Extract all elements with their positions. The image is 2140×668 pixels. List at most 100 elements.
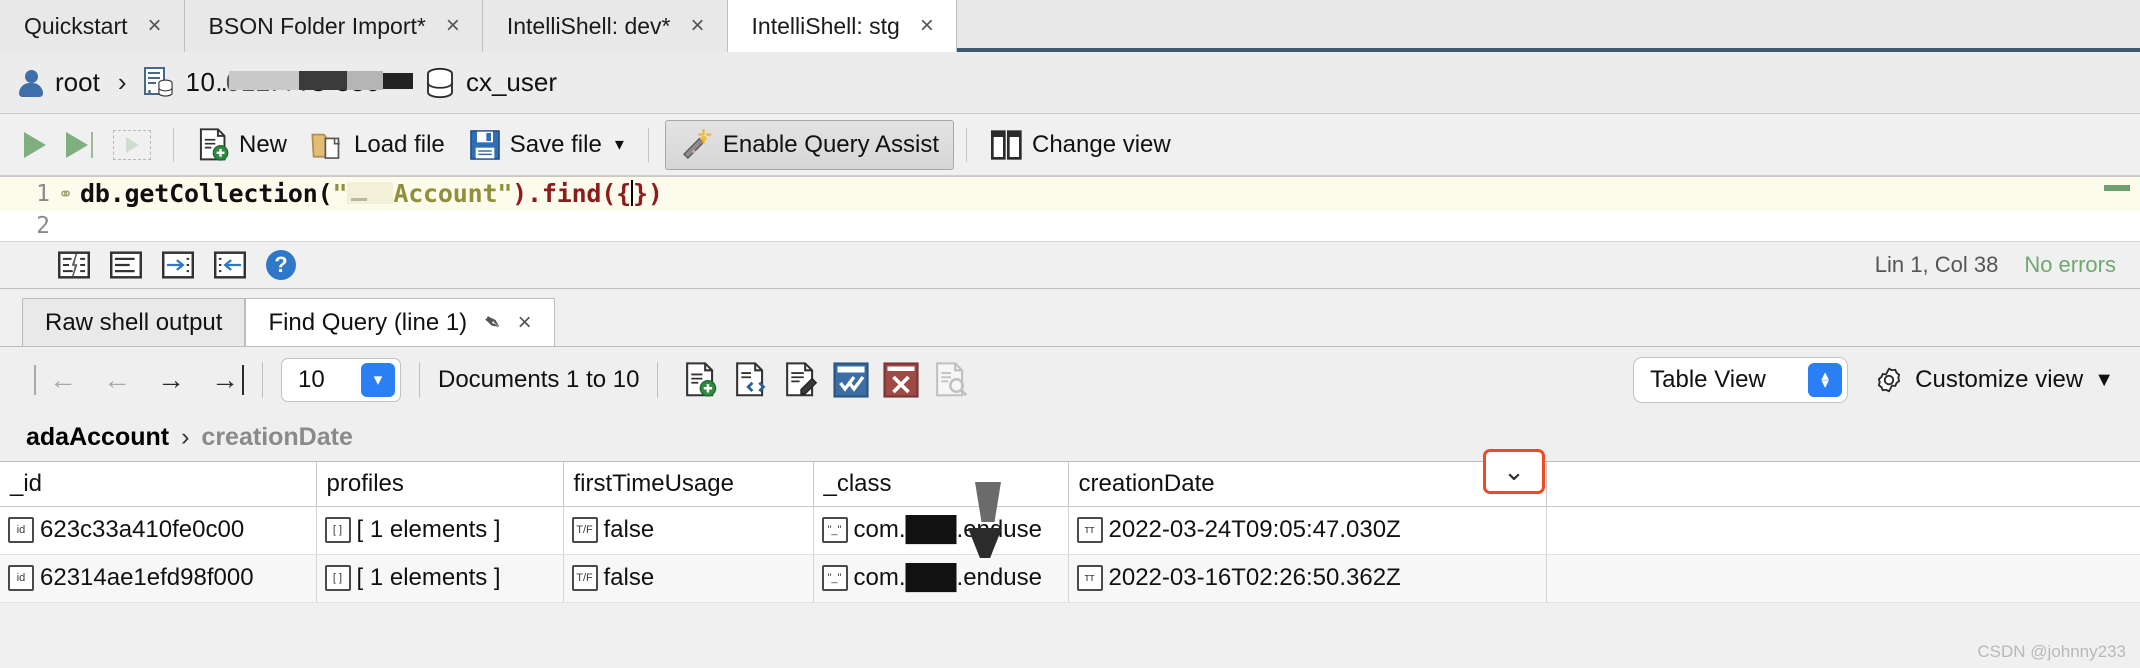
first-page-icon[interactable]: ← xyxy=(36,366,90,394)
cell-creationdate[interactable]: ᴛᴛ 2022-03-16T02:26:50.362Z xyxy=(1068,554,1547,603)
align-left-icon[interactable] xyxy=(110,251,142,279)
edit-document-icon[interactable] xyxy=(783,362,819,398)
array-type-icon: [ ] xyxy=(324,517,351,543)
cell-empty xyxy=(1546,554,2140,603)
close-icon[interactable]: × xyxy=(446,14,460,38)
customize-view-button[interactable]: Customize view ▼ xyxy=(1874,365,2114,395)
code-line-1[interactable]: 1 ⚭ db.getCollection(" Account").find({}) xyxy=(0,177,2140,211)
column-header-class[interactable]: _class xyxy=(813,462,1069,507)
page-size-select[interactable]: 10 ▾ xyxy=(281,358,401,402)
cell-class[interactable]: "_" com.███.enduse xyxy=(813,506,1069,555)
last-page-icon[interactable]: → xyxy=(198,366,242,394)
breadcrumb-user[interactable]: root xyxy=(18,67,100,98)
datetime-type-icon: ᴛᴛ xyxy=(1076,517,1103,543)
tab-bson-folder-import[interactable]: BSON Folder Import* × xyxy=(184,0,483,52)
play-icon xyxy=(24,131,46,158)
table-row[interactable]: id 62314ae1efd98f000 [ ][ 1 elements ] T/… xyxy=(0,554,2140,603)
chevron-down-icon[interactable]: ▾ xyxy=(615,134,624,155)
code-prefix: db.getCollection( xyxy=(80,179,333,208)
watermark: CSDN @johnny233 xyxy=(1977,642,2126,661)
code-line-2[interactable]: 2 xyxy=(0,211,2140,241)
cell-firsttimeusage[interactable]: T/F false xyxy=(563,506,814,555)
cell-value: 623c33a410fe0c00 xyxy=(40,516,245,543)
column-header-creationdate[interactable]: creationDate xyxy=(1068,462,1547,507)
chevron-down-icon[interactable]: ⌄ xyxy=(1503,458,1525,483)
breadcrumb-host[interactable]: 10..012.44C 386 xyxy=(144,66,414,99)
cell-firsttimeusage[interactable]: T/F false xyxy=(563,554,814,603)
close-icon[interactable]: × xyxy=(518,309,532,337)
format-code-icon[interactable] xyxy=(58,251,90,279)
add-document-icon[interactable] xyxy=(683,362,719,398)
cancel-changes-icon[interactable] xyxy=(883,362,920,398)
save-file-button[interactable]: Save file ▾ xyxy=(457,125,636,165)
column-header-id[interactable]: _id xyxy=(0,462,317,507)
new-button[interactable]: New xyxy=(186,124,299,166)
database-icon xyxy=(427,67,453,98)
close-icon[interactable]: × xyxy=(691,14,705,38)
column-header-expand[interactable] xyxy=(1546,462,2140,507)
code-editor[interactable]: 1 ⚭ db.getCollection(" Account").find({})… xyxy=(0,176,2140,241)
run-query-button[interactable] xyxy=(14,130,56,160)
apply-changes-icon[interactable] xyxy=(833,362,870,398)
cell-value: [ 1 elements ] xyxy=(356,564,501,591)
run-line-icon[interactable]: ⚭ xyxy=(58,177,80,211)
indent-left-icon[interactable] xyxy=(214,251,246,279)
toolbar-divider-3 xyxy=(965,127,967,162)
tab-intellishell-dev[interactable]: IntelliShell: dev* × xyxy=(482,0,728,52)
result-breadcrumb-collection[interactable]: adaAccount xyxy=(26,423,169,452)
help-icon[interactable]: ? xyxy=(266,250,296,280)
cell-profiles[interactable]: [ ][ 1 elements ] xyxy=(316,554,564,603)
cell-value: 62314ae1efd98f000 xyxy=(40,564,254,591)
open-folder-icon xyxy=(311,133,340,159)
prev-page-icon[interactable]: ← xyxy=(90,366,144,394)
tab-quickstart[interactable]: Quickstart × xyxy=(0,0,185,52)
column-header-firsttimeusage[interactable]: firstTimeUsage xyxy=(563,462,814,507)
expand-column-highlight[interactable]: ⌄ xyxy=(1483,449,1545,494)
breadcrumb-user-label: root xyxy=(55,67,100,97)
code-brace-open: { xyxy=(616,179,631,208)
last-page-bar xyxy=(242,365,244,395)
enable-query-assist-button[interactable]: Enable Query Assist xyxy=(664,119,954,170)
cell-value: false xyxy=(603,564,655,591)
run-selection-button[interactable] xyxy=(56,130,103,160)
change-view-button[interactable]: Change view xyxy=(979,125,1183,165)
column-header-profiles[interactable]: profiles xyxy=(316,462,564,507)
breadcrumb-database[interactable]: cx_user xyxy=(425,67,557,99)
result-tab-raw-shell-output[interactable]: Raw shell output xyxy=(22,298,246,346)
chevron-updown-icon[interactable]: ▴ ▾ xyxy=(1808,363,1843,397)
cell-value: 2022-03-16T02:26:50.362Z xyxy=(1108,564,1401,591)
pager-divider-1 xyxy=(262,362,263,398)
result-breadcrumb-separator: › xyxy=(181,422,190,451)
code-quote-close: " xyxy=(497,179,513,208)
editor-status-bar: ? Lin 1, Col 38 No errors xyxy=(0,241,2140,289)
table-row[interactable]: id 623c33a410fe0c00 [ ][ 1 elements ] T/F… xyxy=(0,506,2140,555)
tab-intellishell-stg[interactable]: IntelliShell: stg × xyxy=(727,0,957,52)
chevron-down-icon[interactable]: ▼ xyxy=(2094,369,2114,392)
result-tab-label: Raw shell output xyxy=(45,308,223,336)
result-breadcrumb-field[interactable]: creationDate xyxy=(201,423,352,452)
result-tab-find-query[interactable]: Find Query (line 1) ✒ × xyxy=(245,298,555,346)
editor-tab-bar: Quickstart × BSON Folder Import* × Intel… xyxy=(0,0,2140,52)
cell-value: false xyxy=(603,516,655,543)
next-page-icon[interactable]: → xyxy=(144,366,198,394)
cell-class[interactable]: "_" com.███.enduse xyxy=(813,554,1069,603)
indent-right-icon[interactable] xyxy=(162,251,194,279)
view-mode-select[interactable]: Table View ▴ ▾ xyxy=(1633,357,1849,403)
boolean-type-icon: T/F xyxy=(571,565,598,591)
view-json-icon[interactable] xyxy=(733,362,769,398)
close-icon[interactable]: × xyxy=(148,14,162,38)
line-number: 1 xyxy=(0,177,58,211)
results-table: _id profiles firstTimeUsage _class creat… xyxy=(0,449,2140,603)
cell-id[interactable]: id 623c33a410fe0c00 xyxy=(0,506,317,555)
result-breadcrumb: adaAccount › creationDate xyxy=(0,413,2140,461)
tab-label: IntelliShell: stg xyxy=(751,12,900,39)
close-icon[interactable]: × xyxy=(920,14,934,38)
customize-view-label: Customize view xyxy=(1915,366,2084,393)
string-type-icon: "_" xyxy=(821,565,848,591)
chevron-down-icon[interactable]: ▾ xyxy=(361,363,395,397)
cell-id[interactable]: id 62314ae1efd98f000 xyxy=(0,554,317,603)
pin-icon[interactable]: ✒ xyxy=(477,307,507,339)
cell-creationdate[interactable]: ᴛᴛ 2022-03-24T09:05:47.030Z xyxy=(1068,506,1547,555)
cell-profiles[interactable]: [ ][ 1 elements ] xyxy=(316,506,564,555)
load-file-button[interactable]: Load file xyxy=(299,125,457,165)
